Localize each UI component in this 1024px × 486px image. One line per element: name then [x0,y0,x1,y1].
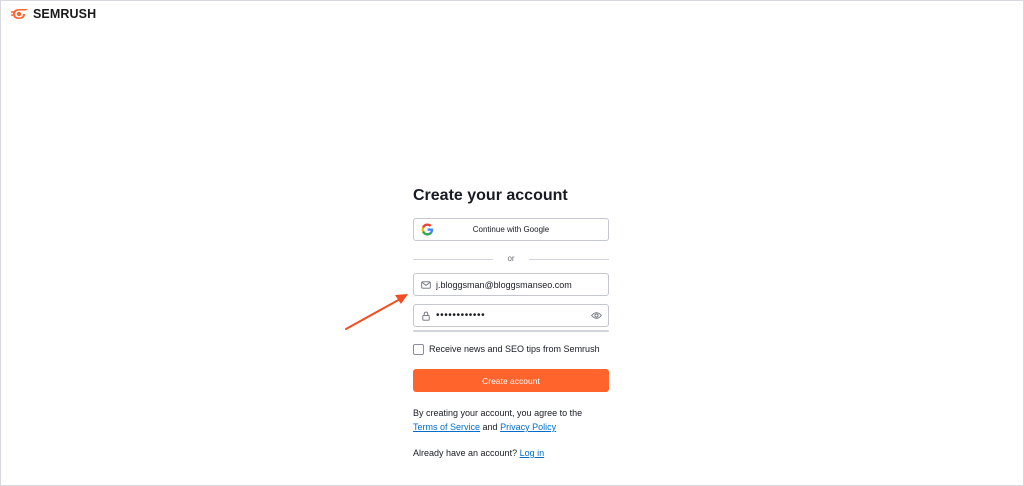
or-divider: or [413,254,609,264]
page-title: Create your account [413,187,568,204]
divider-line-right [528,258,609,260]
signup-form: Create your account Continue with Google… [413,186,609,458]
terms-of-service-link[interactable]: Terms of Service [413,422,480,432]
password-value: •••••••••••• [436,310,486,321]
password-strength-bar [413,330,609,332]
terms-text: By creating your account, you agree to t… [413,406,609,434]
terms-prefix: By creating your account, you agree to t… [413,408,583,418]
divider-line-left [413,258,494,260]
google-g-icon [421,223,434,236]
google-button-label: Continue with Google [472,225,550,234]
login-prompt-text: Already have an account? [413,448,518,458]
annotation-arrow [345,294,408,330]
newsletter-checkbox[interactable] [413,343,424,355]
eye-icon[interactable] [591,311,602,320]
divider-text: or [507,254,515,263]
login-prompt: Already have an account? Log in [413,447,609,459]
log-in-link[interactable]: Log in [520,448,545,458]
email-value: j.bloggsman@bloggsmanseo.com [436,279,572,290]
password-field[interactable]: •••••••••••• [413,304,609,327]
brand-name: SEMRUSH [33,7,97,21]
create-account-button[interactable]: Create account [413,369,609,392]
terms-and: and [482,422,498,432]
semrush-logo[interactable]: SEMRUSH [11,6,96,22]
semrush-fireball-icon [11,9,28,19]
newsletter-label[interactable]: Receive news and SEO tips from Semrush [429,344,600,354]
continue-with-google-button[interactable]: Continue with Google [413,218,609,241]
email-field[interactable]: j.bloggsman@bloggsmanseo.com [413,273,609,296]
lock-icon [422,311,430,321]
privacy-policy-link[interactable]: Privacy Policy [500,422,556,432]
newsletter-option[interactable]: Receive news and SEO tips from Semrush [413,343,600,355]
envelope-icon [421,280,431,289]
create-account-label: Create account [482,375,540,386]
